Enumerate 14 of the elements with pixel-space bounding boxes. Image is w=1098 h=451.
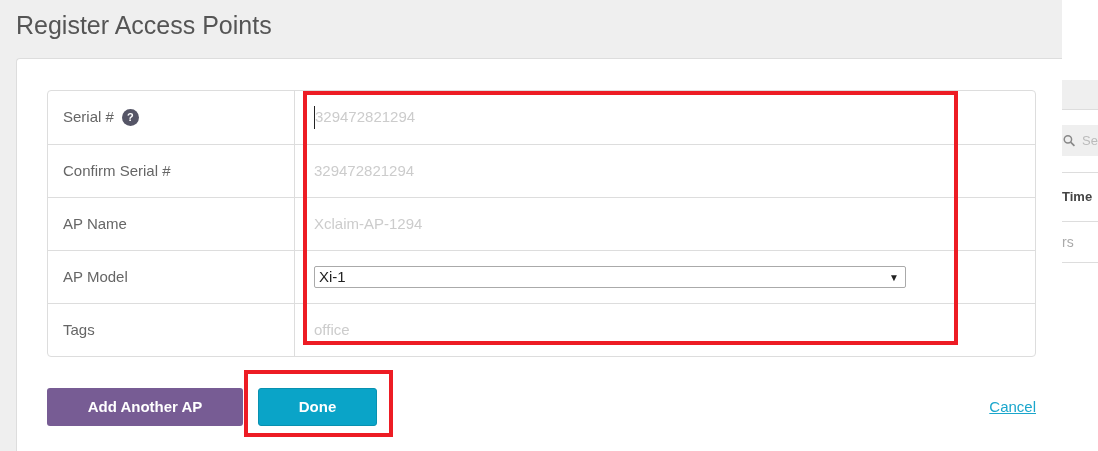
help-icon[interactable]: ? bbox=[121, 109, 139, 126]
search-icon bbox=[1063, 132, 1077, 149]
dialog-title: Register Access Points bbox=[16, 10, 273, 40]
field-label: AP Name bbox=[63, 213, 127, 234]
add-button[interactable]: Add Another AP bbox=[47, 388, 243, 426]
model-select[interactable]: Xi-1 ▼ bbox=[314, 266, 906, 288]
table-cell-text: rs bbox=[1062, 232, 1074, 252]
field-label: Tags bbox=[63, 319, 95, 340]
cancel-link[interactable]: Cancel bbox=[989, 395, 1036, 419]
field-label: Serial # bbox=[63, 107, 114, 128]
field-label: AP Model bbox=[63, 266, 128, 287]
field-label: Confirm Serial # bbox=[63, 160, 171, 181]
done-button[interactable]: Done bbox=[258, 388, 377, 426]
column-header: Time bbox=[1062, 188, 1093, 207]
